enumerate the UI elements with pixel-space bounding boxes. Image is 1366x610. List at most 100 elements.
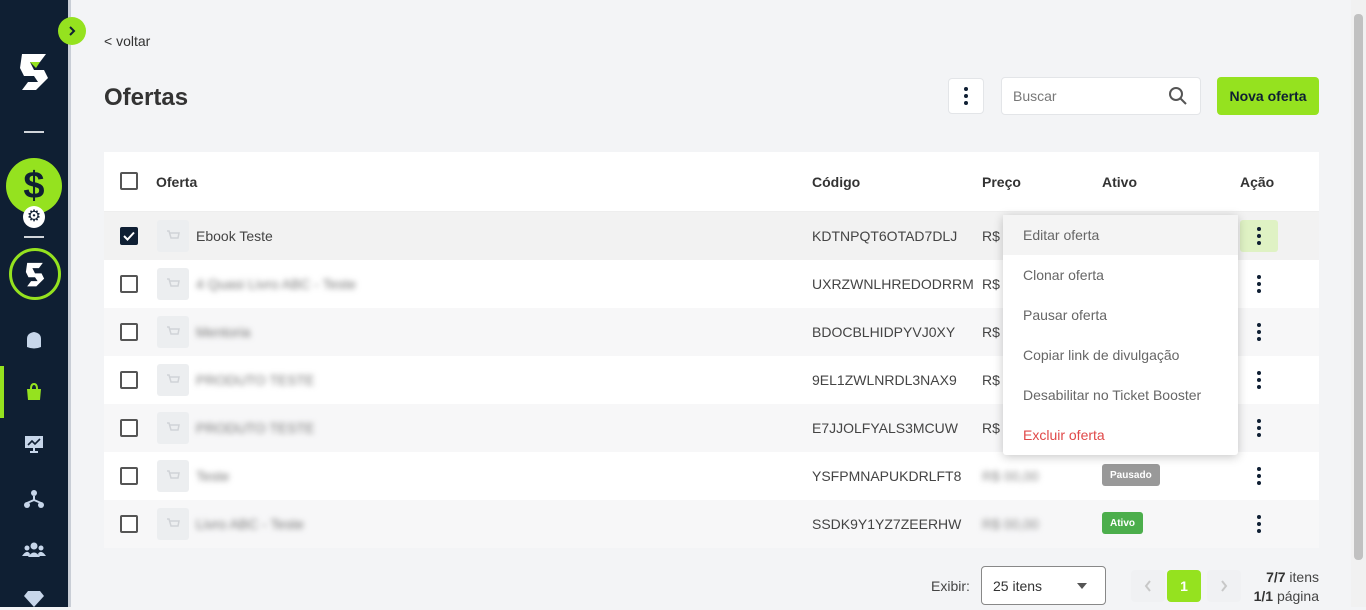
header-action: Ação bbox=[1240, 174, 1275, 190]
expand-sidebar-button[interactable] bbox=[58, 17, 86, 45]
row-checkbox[interactable] bbox=[120, 419, 138, 437]
diamond-icon[interactable] bbox=[22, 586, 46, 610]
brand-logo-icon[interactable] bbox=[14, 48, 54, 94]
header-active[interactable]: Ativo bbox=[1102, 174, 1137, 190]
offer-name: PRODUTO TESTE bbox=[196, 372, 315, 388]
offer-thumbnail bbox=[157, 364, 189, 396]
previous-page-button[interactable] bbox=[1131, 570, 1165, 602]
brand-ring-logo-icon[interactable] bbox=[9, 248, 61, 300]
cart-icon bbox=[167, 326, 180, 335]
header-offer[interactable]: Oferta bbox=[156, 174, 197, 190]
network-icon[interactable] bbox=[22, 487, 46, 511]
row-checkbox[interactable] bbox=[120, 227, 138, 245]
chevron-right-icon bbox=[69, 26, 76, 36]
chevron-right-icon bbox=[1221, 580, 1228, 592]
pages-count: 1/1 página bbox=[1253, 588, 1319, 604]
offer-thumbnail bbox=[157, 412, 189, 444]
offer-code: SSDK9Y1YZ7ZEERHW bbox=[812, 516, 962, 532]
page-size-label: Exibir: bbox=[931, 578, 970, 594]
cart-icon bbox=[167, 518, 180, 527]
row-checkbox[interactable] bbox=[120, 371, 138, 389]
page-button-current[interactable]: 1 bbox=[1167, 570, 1201, 602]
page-size-value: 25 itens bbox=[993, 577, 1043, 594]
gear-icon[interactable]: ⚙ bbox=[23, 206, 45, 228]
offer-price: R$ bbox=[982, 324, 1000, 340]
cart-icon bbox=[167, 230, 180, 239]
users-icon[interactable] bbox=[22, 538, 46, 562]
kebab-menu-icon bbox=[964, 87, 968, 105]
status-badge: Ativo bbox=[1102, 512, 1143, 534]
offer-code: UXRZWNLHREDODRRM bbox=[812, 276, 974, 292]
offer-thumbnail bbox=[157, 220, 189, 252]
offer-code: BDOCBLHIDPYVJ0XY bbox=[812, 324, 956, 340]
row-action-button[interactable] bbox=[1240, 460, 1278, 492]
table-row[interactable]: Teste YSFPMNAPUKDRLFT8 R$ 00,00 Pausado bbox=[104, 452, 1319, 500]
offer-thumbnail bbox=[157, 268, 189, 300]
offer-name: Ebook Teste bbox=[196, 228, 273, 244]
shopping-bag-icon[interactable] bbox=[22, 380, 46, 404]
scrollbar-thumb[interactable] bbox=[1354, 14, 1363, 560]
offer-code: E7JJOLFYALS3MCUW bbox=[812, 420, 958, 436]
row-action-button[interactable] bbox=[1240, 364, 1278, 396]
kebab-menu-icon bbox=[1257, 515, 1261, 533]
offer-thumbnail bbox=[157, 460, 189, 492]
kebab-menu-icon bbox=[1257, 467, 1261, 485]
offer-thumbnail bbox=[157, 316, 189, 348]
menu-item-disable-ticket-booster[interactable]: Desabilitar no Ticket Booster bbox=[1003, 375, 1238, 415]
kebab-menu-icon bbox=[1257, 419, 1261, 437]
sidebar-active-indicator bbox=[0, 366, 4, 418]
row-action-button[interactable] bbox=[1240, 508, 1278, 540]
next-page-button[interactable] bbox=[1207, 570, 1241, 602]
scrollbar[interactable] bbox=[1351, 0, 1366, 607]
offer-price: R$ 00,00 bbox=[982, 468, 1039, 484]
new-offer-button[interactable]: Nova oferta bbox=[1217, 77, 1319, 115]
row-action-button[interactable] bbox=[1240, 220, 1278, 252]
row-action-button[interactable] bbox=[1240, 316, 1278, 348]
header-price[interactable]: Preço bbox=[982, 174, 1021, 190]
row-checkbox[interactable] bbox=[120, 275, 138, 293]
page-size-select[interactable]: 25 itens bbox=[981, 566, 1106, 605]
row-checkbox[interactable] bbox=[120, 515, 138, 533]
presentation-icon[interactable] bbox=[22, 432, 46, 456]
kebab-menu-icon bbox=[1257, 227, 1261, 245]
offer-code: KDTNPQT6OTAD7DLJ bbox=[812, 228, 958, 244]
menu-item-delete-offer[interactable]: Excluir oferta bbox=[1003, 415, 1238, 455]
offer-price: R$ bbox=[982, 420, 1000, 436]
select-all-checkbox[interactable] bbox=[120, 172, 138, 190]
table-row[interactable]: Livro ABC - Teste SSDK9Y1YZ7ZEERHW R$ 00… bbox=[104, 500, 1319, 548]
row-action-button[interactable] bbox=[1240, 268, 1278, 300]
header-code[interactable]: Código bbox=[812, 174, 860, 190]
search-box bbox=[1001, 77, 1201, 115]
search-input[interactable] bbox=[1002, 78, 1152, 114]
kebab-menu-icon bbox=[1257, 275, 1261, 293]
row-checkbox[interactable] bbox=[120, 467, 138, 485]
offer-name: Teste bbox=[196, 468, 230, 484]
offer-price: R$ bbox=[982, 276, 1000, 292]
offer-thumbnail bbox=[157, 508, 189, 540]
row-action-button[interactable] bbox=[1240, 412, 1278, 444]
kebab-menu-icon bbox=[1257, 323, 1261, 341]
caret-down-icon bbox=[1077, 583, 1087, 589]
offer-price: R$ 00,00 bbox=[982, 516, 1039, 532]
search-icon[interactable] bbox=[1168, 86, 1188, 106]
offer-name: Livro ABC - Teste bbox=[196, 516, 304, 532]
chevron-left-icon bbox=[1144, 580, 1151, 592]
offer-code: YSFPMNAPUKDRLFT8 bbox=[812, 468, 962, 484]
offer-name: Mentoria bbox=[196, 324, 251, 340]
sidebar-divider bbox=[24, 131, 44, 133]
more-options-button[interactable] bbox=[948, 78, 984, 114]
page-title: Ofertas bbox=[104, 84, 189, 111]
cart-icon bbox=[167, 374, 180, 383]
menu-item-copy-link[interactable]: Copiar link de divulgação bbox=[1003, 335, 1238, 375]
row-checkbox[interactable] bbox=[120, 323, 138, 341]
menu-item-clone-offer[interactable]: Clonar oferta bbox=[1003, 255, 1238, 295]
sidebar-divider bbox=[24, 236, 44, 238]
home-icon[interactable] bbox=[22, 328, 46, 352]
offer-name: 4 Quasi Livro ABC - Teste bbox=[196, 276, 357, 292]
menu-item-pause-offer[interactable]: Pausar oferta bbox=[1003, 295, 1238, 335]
items-count: 7/7 itens bbox=[1266, 569, 1319, 585]
back-link[interactable]: < voltar bbox=[104, 33, 150, 49]
table-header: Oferta Código Preço Ativo Ação bbox=[104, 152, 1319, 212]
row-actions-menu: Editar oferta Clonar oferta Pausar ofert… bbox=[1003, 215, 1238, 455]
menu-item-edit-offer[interactable]: Editar oferta bbox=[1003, 215, 1238, 255]
